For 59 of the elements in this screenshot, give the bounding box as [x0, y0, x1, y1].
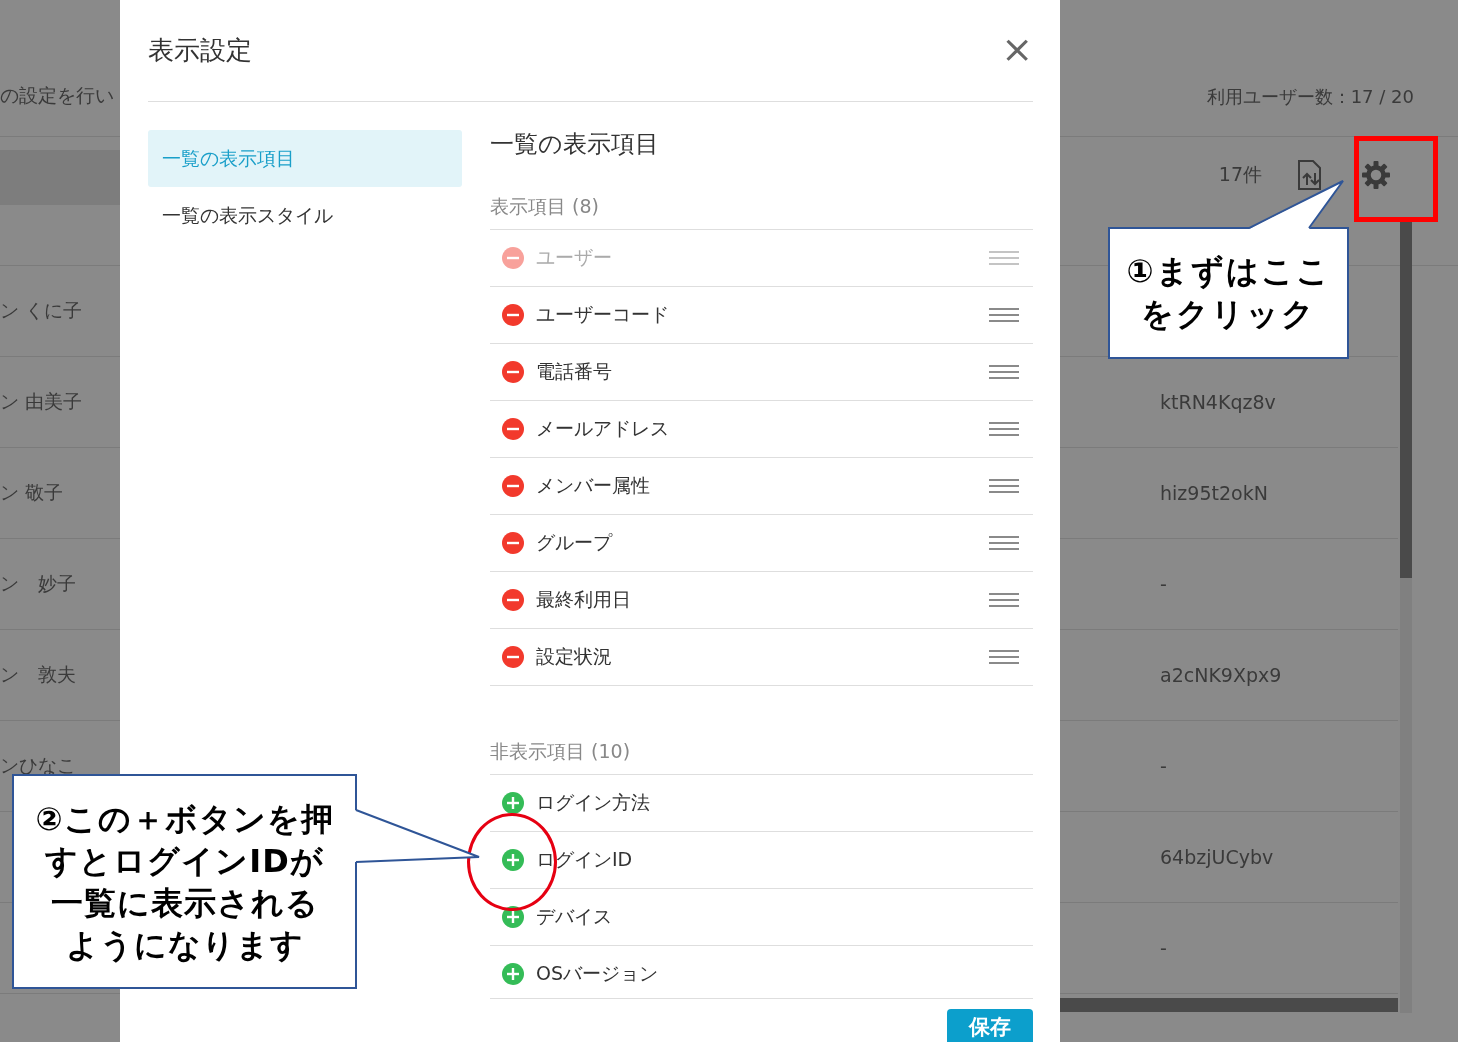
item-label: 最終利用日	[536, 587, 632, 612]
remove-icon[interactable]	[502, 589, 524, 611]
add-icon[interactable]	[502, 849, 524, 871]
table-cell: -	[1160, 573, 1167, 595]
add-icon[interactable]	[502, 906, 524, 928]
table-cell-text: ン 敬子	[0, 480, 64, 505]
scrollbar[interactable]	[1400, 221, 1412, 1013]
table-cell-text: ン くに子	[0, 298, 83, 323]
save-button[interactable]: 保存	[947, 1009, 1033, 1042]
nav-item[interactable]: 一覧の表示スタイル	[148, 187, 462, 244]
table-cell: a2cNK9Xpx9	[1160, 664, 1282, 686]
drag-handle-icon[interactable]	[989, 422, 1019, 436]
remove-icon[interactable]	[502, 475, 524, 497]
item-label: メールアドレス	[536, 416, 670, 441]
item-label: 設定状況	[536, 644, 613, 669]
table-cell: ktRN4Kqz8v	[1160, 391, 1276, 413]
user-count: 利用ユーザー数：17 / 20	[1206, 85, 1414, 109]
close-button[interactable]: ×	[1001, 29, 1033, 72]
remove-icon[interactable]	[502, 304, 524, 326]
item-label: ログインID	[536, 847, 634, 872]
remove-icon[interactable]	[502, 247, 524, 269]
settings-icon[interactable]	[1360, 159, 1392, 191]
item-label: 電話番号	[536, 359, 613, 384]
drag-handle-icon[interactable]	[989, 479, 1019, 493]
callout: ②この＋ボタンを押 すとログインIDが 一覧に表示される ようになります	[12, 774, 357, 989]
item-label: ユーザー	[536, 245, 613, 270]
scrollbar[interactable]	[1060, 998, 1398, 1012]
remove-icon[interactable]	[502, 361, 524, 383]
item-label: ユーザーコード	[536, 302, 670, 327]
file-upload-icon[interactable]	[1296, 159, 1324, 191]
result-count: 17件	[1218, 162, 1262, 187]
drag-handle-icon[interactable]	[989, 593, 1019, 607]
table-cell-text: ン 敦夫	[0, 662, 76, 687]
item-label: デバイス	[536, 904, 613, 929]
item-label: ログイン方法	[536, 790, 651, 815]
drag-handle-icon[interactable]	[989, 308, 1019, 322]
table-cell: -	[1160, 937, 1167, 959]
section-heading: 一覧の表示項目	[490, 129, 660, 160]
drag-handle-icon[interactable]	[989, 536, 1019, 550]
remove-icon[interactable]	[502, 418, 524, 440]
drag-handle-icon[interactable]	[989, 365, 1019, 379]
table-cell: -	[1160, 755, 1167, 777]
item-label: OSバージョン	[536, 961, 659, 986]
page-description: の設定を行い	[0, 83, 114, 108]
table-cell-text: ン 妙子	[0, 571, 76, 596]
group-label: 表示項目 (8)	[490, 194, 599, 219]
add-icon[interactable]	[502, 963, 524, 985]
table-cell-text: ン 由美子	[0, 389, 83, 414]
remove-icon[interactable]	[502, 532, 524, 554]
item-label: メンバー属性	[536, 473, 651, 498]
remove-icon[interactable]	[502, 646, 524, 668]
add-icon[interactable]	[502, 792, 524, 814]
drag-handle-icon[interactable]	[989, 650, 1019, 664]
item-label: グループ	[536, 530, 614, 555]
table-cell: hiz95t2okN	[1160, 482, 1268, 504]
drag-handle-icon[interactable]	[989, 251, 1019, 265]
group-label: 非表示項目 (10)	[490, 739, 631, 764]
dialog-title: 表示設定	[148, 34, 252, 67]
table-cell: 64bzjUCybv	[1160, 846, 1274, 868]
